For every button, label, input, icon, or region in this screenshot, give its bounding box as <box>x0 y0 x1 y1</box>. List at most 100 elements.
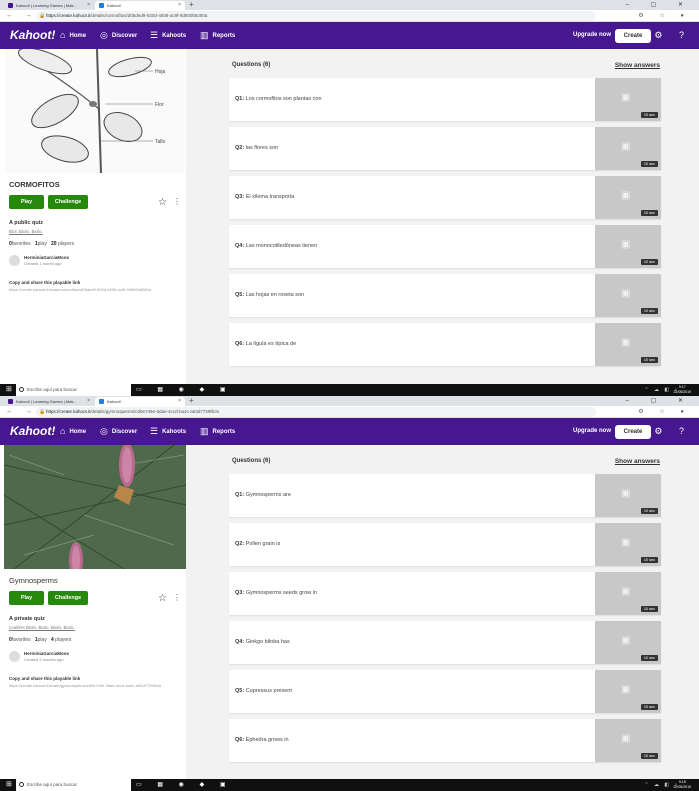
time-limit-badge: 10 sec <box>640 259 658 265</box>
upgrade-now-link[interactable]: Upgrade now <box>573 418 611 445</box>
taskbar-apps[interactable]: ▭ ▦ ◉ ◆ ▣ <box>136 779 233 791</box>
new-tab-icon[interactable]: + <box>189 396 194 406</box>
favorite-star-icon[interactable]: ☆ <box>158 197 167 208</box>
taskbar-search-input[interactable]: Escribe aquí para buscar <box>16 779 131 791</box>
browser-toolbar-icons[interactable]: ⚙ ☆ ● <box>638 406 691 418</box>
question-card[interactable]: Q5: Las hojas en roseta son ▣ 10 sec <box>229 274 661 317</box>
question-thumbnail: ▣ 10 sec <box>595 474 661 517</box>
favorite-star-icon[interactable]: ☆ <box>158 593 167 604</box>
question-card[interactable]: Q6: La lígula es típica de ▣ 10 sec <box>229 323 661 366</box>
question-card[interactable]: Q4: Ginkgo biloba has ▣ 10 sec <box>229 621 661 664</box>
image-placeholder-icon: ▣ <box>621 586 631 597</box>
browser-tab-kahoot[interactable]: Kahoot! × <box>95 1 185 10</box>
question-card[interactable]: Q3: Gymnosperms seeds grow in ▣ 10 sec <box>229 572 661 615</box>
chart-icon: ▥ <box>200 30 209 40</box>
show-answers-link[interactable]: Show answers <box>615 62 660 69</box>
list-icon: ☰ <box>150 426 159 436</box>
browser-tab-kahoot-learning[interactable]: Kahoot! | Learning Games | Mak... × <box>4 1 94 10</box>
question-card[interactable]: Q5: Cupressus present ▣ 10 sec <box>229 670 661 713</box>
nav-right-icons[interactable]: ⚙ ? <box>654 22 691 49</box>
home-icon: ⌂ <box>60 30 66 40</box>
nav-discover[interactable]: ◎ Discover <box>100 22 137 49</box>
close-tab-icon[interactable]: × <box>87 397 90 406</box>
browser-tab-kahoot-learning[interactable]: Kahoot! | Learning Games | Mak... × <box>4 397 94 406</box>
browser-tab-kahoot[interactable]: Kahoot! × <box>95 397 185 406</box>
nav-kahoots[interactable]: ☰ Kahoots <box>150 418 186 445</box>
kahoot-logo[interactable]: Kahoot! <box>10 424 55 438</box>
quiz-cover-image: Hoja Flor Tallo <box>5 49 185 173</box>
url-input[interactable]: 🔒 https://create.kahoot.it/details/gymnos… <box>36 407 596 417</box>
nav-reports[interactable]: ▥ Reports <box>200 22 235 49</box>
browser-tab-bar: Kahoot! | Learning Games | Mak... × Kahoo… <box>0 396 699 406</box>
kahoot-top-nav: Kahoot! ⌂ Home ◎ Discover ☰ Kahoots ▥ Report… <box>0 418 699 445</box>
question-thumbnail: ▣ 10 sec <box>595 719 661 762</box>
question-card[interactable]: Q4: Las monocotiledóneas tienen ▣ 10 sec <box>229 225 661 268</box>
share-link-url[interactable]: https://create.kahoot.it/share/gymnosper… <box>9 683 169 688</box>
taskbar-apps[interactable]: ▭ ▦ ◉ ◆ ▣ <box>136 384 233 396</box>
questions-heading: Questions (6) <box>232 62 271 68</box>
window-controls[interactable]: – ▢ ✕ <box>626 0 693 10</box>
more-options-icon[interactable]: ⋮ <box>173 197 181 206</box>
taskbar-clock[interactable]: 9:18 22/05/2019 <box>673 780 691 790</box>
image-placeholder-icon: ▣ <box>621 337 631 348</box>
image-placeholder-icon: ▣ <box>621 488 631 499</box>
question-card[interactable]: Q2: Pollen grain is ▣ 10 sec <box>229 523 661 566</box>
share-link-url[interactable]: https://create.kahoot.it/share/cormofito… <box>9 287 169 292</box>
nav-right-icons[interactable]: ⚙ ? <box>654 418 691 445</box>
play-button[interactable]: Play <box>9 195 44 209</box>
taskbar-clock[interactable]: 9:17 22/05/2019 <box>673 385 691 395</box>
quiz-stats: 0favorites 1play 4 players <box>9 637 72 643</box>
compass-icon: ◎ <box>100 426 108 436</box>
creator-name[interactable]: HerminiaGarciaMoos <box>24 651 69 656</box>
kahoot-favicon <box>99 399 104 404</box>
quiz-tags[interactable]: Biol. Biolo. Biolo. <box>9 229 43 234</box>
nav-home[interactable]: ⌂ Home <box>60 22 86 49</box>
created-date: Created 1 month ago <box>24 261 62 266</box>
question-card[interactable]: Q3: El xilema transporta ▣ 10 sec <box>229 176 661 219</box>
screenshot-cormofitos: Kahoot! | Learning Games | Mak... × Kahoo… <box>0 0 699 396</box>
quiz-details-panel: Gymnosperms Play Challenge ☆ ⋮ A private… <box>0 445 186 779</box>
upgrade-now-link[interactable]: Upgrade now <box>573 22 611 49</box>
lock-icon: 🔒 <box>39 13 46 19</box>
window-controls[interactable]: – ▢ ✕ <box>626 396 693 406</box>
image-placeholder-icon: ▣ <box>621 288 631 299</box>
more-options-icon[interactable]: ⋮ <box>173 593 181 602</box>
question-card[interactable]: Q1: Gymnosperms are ▣ 10 sec <box>229 474 661 517</box>
quiz-tags[interactable]: conifers Biolo. Biolo. Biolo. Biolo. <box>9 625 75 630</box>
image-placeholder-icon: ▣ <box>621 537 631 548</box>
create-button[interactable]: Create <box>615 425 651 439</box>
nav-home[interactable]: ⌂ Home <box>60 418 86 445</box>
question-thumbnail: ▣ 10 sec <box>595 127 661 170</box>
challenge-button[interactable]: Challenge <box>48 591 88 605</box>
question-card[interactable]: Q6: Ephedra grows in ▣ 10 sec <box>229 719 661 762</box>
close-tab-icon[interactable]: × <box>178 1 181 10</box>
question-card[interactable]: Q2: las flores son ▣ 10 sec <box>229 127 661 170</box>
nav-kahoots[interactable]: ☰ Kahoots <box>150 22 186 49</box>
browser-toolbar-icons[interactable]: ⚙ ☆ ● <box>638 10 691 22</box>
kahoot-logo[interactable]: Kahoot! <box>10 28 55 42</box>
close-tab-icon[interactable]: × <box>87 1 90 10</box>
windows-start-icon[interactable]: ⊞ <box>6 386 12 394</box>
close-tab-icon[interactable]: × <box>178 397 181 406</box>
create-button[interactable]: Create <box>615 29 651 43</box>
time-limit-badge: 10 sec <box>640 753 658 759</box>
question-card[interactable]: Q1: Los cormofitos son plantas con ▣ 10 se… <box>229 78 661 121</box>
list-icon: ☰ <box>150 30 159 40</box>
question-thumbnail: ▣ 10 sec <box>595 572 661 615</box>
new-tab-icon[interactable]: + <box>189 0 194 10</box>
kahoot-favicon <box>99 3 104 8</box>
taskbar-search-input[interactable]: Escribe aquí para buscar <box>16 384 131 396</box>
url-input[interactable]: 🔒 https://create.kahoot.it/details/cormof… <box>36 11 596 21</box>
nav-discover[interactable]: ◎ Discover <box>100 418 137 445</box>
quiz-details-panel: Hoja Flor Tallo CORMOFITOS Play Challeng… <box>0 49 186 384</box>
windows-start-icon[interactable]: ⊞ <box>6 781 12 789</box>
image-placeholder-icon: ▣ <box>621 141 631 152</box>
share-link-label: Copy and share this playable link <box>9 676 81 681</box>
play-button[interactable]: Play <box>9 591 44 605</box>
challenge-button[interactable]: Challenge <box>48 195 88 209</box>
image-placeholder-icon: ▣ <box>621 684 631 695</box>
plant-diagram-image: Hoja Flor Tallo <box>5 49 185 173</box>
nav-reports[interactable]: ▥ Reports <box>200 418 235 445</box>
creator-name[interactable]: HerminiaGarciaMoos <box>24 255 69 260</box>
show-answers-link[interactable]: Show answers <box>615 458 660 465</box>
